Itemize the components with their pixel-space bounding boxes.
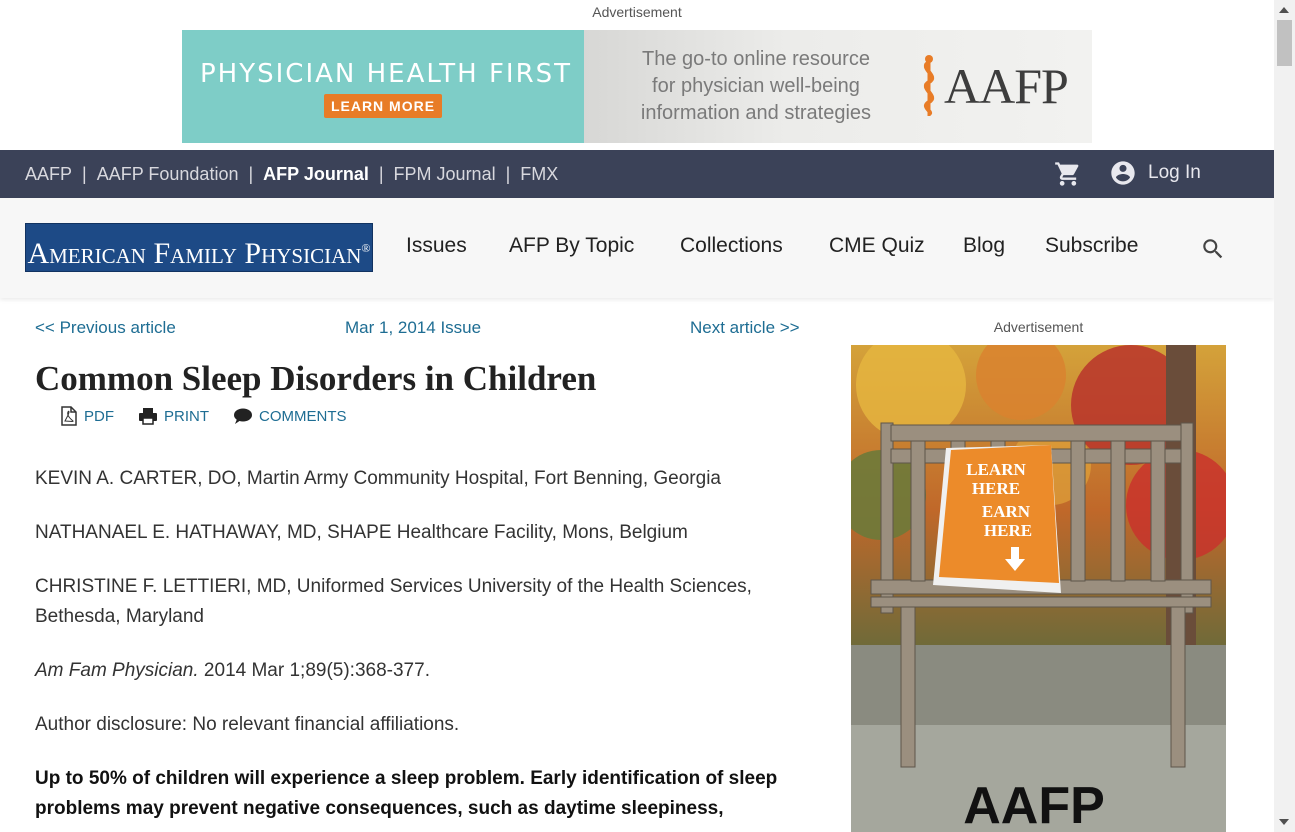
top-banner-ad[interactable]: PHYSICIAN HEALTH FIRST LEARN MORE The go… — [182, 30, 1092, 143]
print-button[interactable]: PRINT — [138, 407, 209, 425]
article-title: Common Sleep Disorders in Children — [35, 359, 597, 398]
shopping-cart-icon[interactable] — [1053, 160, 1083, 188]
comments-button[interactable]: COMMENTS — [233, 407, 347, 425]
author-affiliation: CHRISTINE F. LETTIERI, MD, Uniformed Ser… — [35, 576, 752, 627]
citation-journal: Am Fam Physician. — [35, 660, 199, 681]
side-ad-sign-text: HERE — [984, 521, 1032, 540]
pdf-icon — [61, 406, 77, 426]
nav-item-subscribe[interactable]: Subscribe — [1045, 234, 1138, 258]
issue-link[interactable]: Mar 1, 2014 Issue — [345, 318, 481, 338]
topnav-link-aafp[interactable]: AAFP — [25, 164, 72, 185]
login-link[interactable]: Log In — [1148, 162, 1201, 184]
pdf-button[interactable]: PDF — [60, 406, 114, 426]
scroll-up-arrow-icon[interactable] — [1279, 7, 1289, 13]
topnav-link-aafp-foundation[interactable]: AAFP Foundation — [97, 164, 239, 185]
author-affiliation: NATHANAEL E. HATHAWAY, MD, SHAPE Healthc… — [35, 522, 688, 543]
side-ad[interactable]: LEARN HERE EARN HERE AAFP — [851, 345, 1226, 832]
topnav-link-afp-journal[interactable]: AFP Journal — [263, 164, 369, 185]
advertisement-label: Advertisement — [993, 319, 1084, 335]
main-navigation: American Family Physician® Issues AFP By… — [0, 198, 1274, 298]
side-ad-sign-text: EARN — [982, 502, 1031, 521]
nav-item-cme-quiz[interactable]: CME Quiz — [829, 234, 925, 258]
afp-logo-text: American Family Physician — [27, 237, 362, 270]
aafp-banner-brand: AAFP — [944, 58, 1069, 114]
side-ad-sign-text: LEARN — [966, 460, 1026, 479]
separator: | — [378, 163, 384, 184]
advertisement-label: Advertisement — [592, 4, 682, 20]
nav-item-issues[interactable]: Issues — [406, 234, 467, 258]
separator: | — [82, 163, 87, 184]
printer-icon — [139, 408, 157, 425]
comments-label: COMMENTS — [259, 407, 347, 425]
banner-tagline: The go-to online resource for physician … — [616, 46, 896, 127]
banner-right-panel: The go-to online resource for physician … — [584, 30, 1092, 143]
banner-tagline-line: information and strategies — [640, 102, 872, 124]
user-account-icon[interactable] — [1109, 159, 1137, 187]
banner-headline: PHYSICIAN HEALTH FIRST — [200, 59, 573, 89]
side-ad-sign-text: HERE — [972, 479, 1020, 498]
banner-tagline-line: for physician well-being — [652, 75, 860, 97]
nav-item-collections[interactable]: Collections — [680, 234, 783, 258]
previous-article-link[interactable]: << Previous article — [35, 318, 176, 338]
aafp-banner-logo: AAFP — [914, 54, 1069, 118]
pdf-label: PDF — [84, 407, 114, 425]
search-icon[interactable] — [1200, 236, 1226, 262]
article-abstract: Up to 50% of children will experience a … — [35, 768, 778, 819]
topnav-link-fmx[interactable]: FMX — [520, 164, 558, 185]
comment-bubble-icon — [234, 408, 252, 424]
side-ad-illustration: LEARN HERE EARN HERE AAFP — [851, 345, 1226, 832]
author-disclosure: Author disclosure: No relevant financial… — [35, 714, 460, 735]
banner-left-panel: PHYSICIAN HEALTH FIRST LEARN MORE — [182, 30, 584, 143]
banner-tagline-line: The go-to online resource — [642, 48, 870, 70]
print-label: PRINT — [164, 407, 209, 425]
site-links: AAFP | AAFP Foundation | AFP Journal | F… — [25, 150, 558, 198]
scrollbar-thumb[interactable] — [1277, 20, 1292, 66]
separator: | — [505, 163, 511, 184]
vertical-scrollbar[interactable] — [1274, 0, 1295, 832]
separator: | — [248, 163, 254, 184]
learn-more-button[interactable]: LEARN MORE — [324, 94, 442, 118]
scroll-down-arrow-icon[interactable] — [1279, 819, 1289, 825]
topnav-link-fpm-journal[interactable]: FPM Journal — [394, 164, 496, 185]
citation-details: 2014 Mar 1;89(5):368-377. — [198, 660, 430, 681]
author-affiliation: KEVIN A. CARTER, DO, Martin Army Communi… — [35, 468, 721, 489]
registered-mark: ® — [361, 241, 371, 255]
afp-logo[interactable]: American Family Physician® — [25, 223, 373, 272]
nav-item-blog[interactable]: Blog — [963, 234, 1005, 258]
caduceus-icon — [923, 55, 935, 116]
side-ad-brand: AAFP — [963, 777, 1105, 832]
nav-item-afp-by-topic[interactable]: AFP By Topic — [509, 234, 634, 258]
article-tools: PDF PRINT COMMENTS — [60, 406, 371, 426]
citation: Am Fam Physician. 2014 Mar 1;89(5):368-3… — [35, 656, 795, 686]
next-article-link[interactable]: Next article >> — [690, 318, 800, 338]
